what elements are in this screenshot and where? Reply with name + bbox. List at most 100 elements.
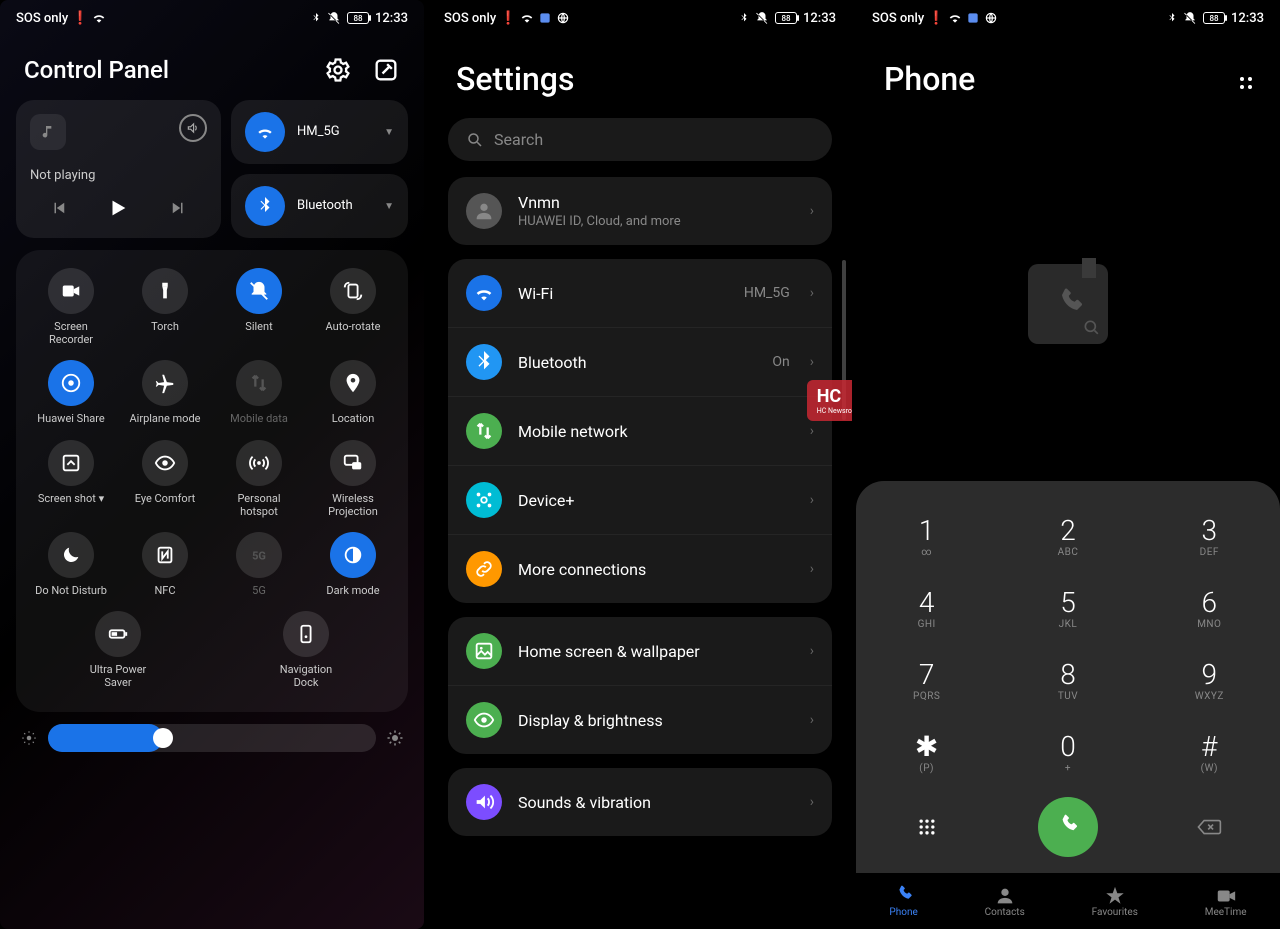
bluetooth-icon [466, 344, 502, 380]
dial-sub: MNO [1197, 619, 1221, 630]
search-input[interactable]: Search [448, 118, 832, 161]
toggle-label: Torch [151, 320, 179, 333]
toggle-dark-mode[interactable]: Dark mode [306, 532, 400, 597]
prev-track-button[interactable] [50, 199, 68, 217]
music-note-icon [30, 114, 66, 150]
phone-icon [893, 885, 915, 905]
dial-num: 1 [919, 517, 935, 545]
plane-icon [142, 360, 188, 406]
toggle-eye-comfort[interactable]: Eye Comfort [118, 440, 212, 518]
bottom-nav: Phone Contacts Favourites MeeTime [856, 873, 1280, 929]
dial-sub: + [1065, 763, 1071, 774]
settings-row-bluetooth[interactable]: BluetoothOn› [448, 327, 832, 396]
dial-key-4[interactable]: 4GHI [856, 573, 997, 645]
toggle-label: Huawei Share [37, 412, 104, 425]
phone-title: Phone [884, 60, 975, 98]
bluetooth-toggle-card[interactable]: Bluetooth ▼ [231, 174, 408, 238]
toggle-nfc[interactable]: NFC [118, 532, 212, 597]
row-value: HM_5G [744, 285, 790, 301]
toggle-navigation-dock[interactable]: Navigation Dock [259, 611, 353, 689]
toggle-label: Wireless Projection [313, 492, 393, 518]
toggle-huawei-share[interactable]: Huawei Share [24, 360, 118, 425]
sound-icon [466, 784, 502, 820]
chevron-down-icon[interactable]: ▼ [384, 201, 394, 212]
toggle-personal-hotspot[interactable]: Personal hotspot [212, 440, 306, 518]
account-row[interactable]: Vnmn HUAWEI ID, Cloud, and more › [448, 177, 832, 245]
settings-row-device-plus[interactable]: Device+› [448, 465, 832, 534]
hotspot-icon [236, 440, 282, 486]
carrier-text: SOS only [16, 11, 68, 26]
row-label: Bluetooth [518, 353, 756, 372]
dial-key-2[interactable]: 2ABC [997, 501, 1138, 573]
toggle-label: 5G [252, 584, 266, 597]
toggle-label: Do Not Disturb [35, 584, 107, 597]
toggle-silent[interactable]: Silent [212, 268, 306, 346]
toggle-ultra-power-saver[interactable]: Ultra Power Saver [71, 611, 165, 689]
settings-row-home-wallpaper[interactable]: Home screen & wallpaper› [448, 617, 832, 685]
dial-num: 7 [919, 661, 935, 689]
dial-num: 2 [1060, 517, 1076, 545]
nav-favourites[interactable]: Favourites [1092, 885, 1138, 918]
nav-label: Contacts [985, 907, 1025, 918]
media-player-card[interactable]: Not playing [16, 100, 221, 238]
control-panel-screen: SOS only ❗ 88 12:33 Control Panel [0, 0, 424, 929]
dial-key-8[interactable]: 8TUV [997, 645, 1138, 717]
dial-key-✱[interactable]: ✱(P) [856, 717, 997, 789]
dial-key-#[interactable]: #(W) [1139, 717, 1280, 789]
image-icon [466, 633, 502, 669]
dial-key-3[interactable]: 3DEF [1139, 501, 1280, 573]
dial-key-5[interactable]: 5JKL [997, 573, 1138, 645]
silent-status-icon [327, 11, 341, 25]
backspace-button[interactable] [1139, 817, 1280, 837]
settings-icon[interactable] [324, 56, 352, 84]
next-track-button[interactable] [169, 199, 187, 217]
battery-icon [95, 611, 141, 657]
alert-icon: ❗ [500, 11, 516, 26]
toggle-5g[interactable]: 5G5G [212, 532, 306, 597]
deviceplus-icon [466, 482, 502, 518]
audio-output-icon[interactable] [179, 114, 207, 142]
dial-key-6[interactable]: 6MNO [1139, 573, 1280, 645]
nav-meetime[interactable]: MeeTime [1205, 885, 1247, 918]
row-label: Sounds & vibration [518, 793, 794, 812]
dialpad-menu-button[interactable] [856, 817, 997, 837]
nav-phone[interactable]: Phone [889, 885, 917, 918]
settings-row-mobile-network[interactable]: Mobile network› [448, 396, 832, 465]
toggle-wireless-projection[interactable]: Wireless Projection [306, 440, 400, 518]
toggle-label: Screen Recorder [31, 320, 111, 346]
dial-key-7[interactable]: 7PQRS [856, 645, 997, 717]
wifi-toggle-card[interactable]: HM_5G ▼ [231, 100, 408, 164]
row-label: More connections [518, 560, 794, 579]
toggle-auto-rotate[interactable]: Auto-rotate [306, 268, 400, 346]
browser-icon [984, 11, 998, 25]
bluetooth-status-icon [311, 11, 321, 25]
settings-row-sounds-vibration[interactable]: Sounds & vibration› [448, 768, 832, 836]
toggle-airplane-mode[interactable]: Airplane mode [118, 360, 212, 425]
play-button[interactable] [107, 197, 129, 219]
chevron-down-icon[interactable]: ▼ [384, 127, 394, 138]
nav-contacts[interactable]: Contacts [985, 885, 1025, 918]
toggle-label: Dark mode [326, 584, 379, 597]
share-icon [48, 360, 94, 406]
control-panel-title: Control Panel [24, 56, 169, 84]
toggle-screen-recorder[interactable]: Screen Recorder [24, 268, 118, 346]
dial-key-0[interactable]: 0+ [997, 717, 1138, 789]
dial-key-9[interactable]: 9WXYZ [1139, 645, 1280, 717]
dial-key-1[interactable]: 1∞ [856, 501, 997, 573]
call-button[interactable] [1038, 797, 1098, 857]
settings-row-more-connections[interactable]: More connections› [448, 534, 832, 603]
settings-row-display-brightness[interactable]: Display & brightness› [448, 685, 832, 754]
menu-dots-icon[interactable] [1240, 69, 1252, 89]
toggle-screenshot[interactable]: Screen shot ▾ [24, 440, 118, 518]
control-panel-header: Control Panel [0, 36, 424, 100]
dial-num: ✱ [915, 733, 938, 761]
brightness-slider[interactable] [48, 724, 376, 752]
toggle-torch[interactable]: Torch [118, 268, 212, 346]
toggle-do-not-disturb[interactable]: Do Not Disturb [24, 532, 118, 597]
edit-icon[interactable] [372, 56, 400, 84]
settings-row-wifi[interactable]: Wi-FiHM_5G› [448, 259, 832, 327]
toggle-label: NFC [154, 584, 175, 597]
toggle-location[interactable]: Location [306, 360, 400, 425]
toggle-mobile-data[interactable]: Mobile data [212, 360, 306, 425]
toggle-label: Auto-rotate [326, 320, 381, 333]
